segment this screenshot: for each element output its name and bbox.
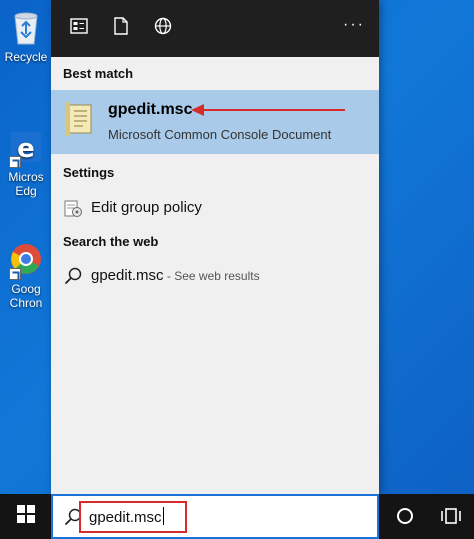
settings-item-edit-group-policy[interactable]: Edit group policy — [51, 190, 379, 226]
desktop-icon-edge[interactable]: e Micros Edg — [0, 130, 52, 198]
search-input[interactable]: gpedit.msc — [79, 501, 187, 533]
web-globe-icon — [154, 17, 172, 40]
apps-filter-button[interactable] — [65, 15, 93, 43]
cortana-circle-icon — [394, 508, 416, 531]
best-match-item[interactable]: gpedit.msc Microsoft Common Console Docu… — [51, 90, 379, 154]
best-match-header: Best match — [63, 66, 134, 81]
best-match-subtitle: Microsoft Common Console Document — [108, 127, 332, 142]
web-result-suffix: - See web results — [163, 269, 260, 283]
desktop-icon-label: Recycle — [4, 50, 48, 64]
start-button[interactable] — [0, 494, 51, 539]
cortana-button[interactable] — [394, 505, 416, 527]
web-result-item[interactable]: gpedit.msc - See web results — [51, 258, 379, 294]
search-icon — [63, 266, 83, 286]
best-match-title: gpedit.msc — [108, 101, 193, 118]
search-results-panel: ··· Best match gpedit.msc Microsoft Comm… — [51, 0, 379, 494]
task-view-icon — [440, 508, 462, 531]
taskbar: gpedit.msc — [0, 494, 474, 539]
more-options-button[interactable]: ··· — [343, 16, 365, 34]
documents-icon — [114, 17, 128, 40]
console-document-icon — [66, 102, 94, 136]
search-web-header: Search the web — [63, 234, 159, 249]
edge-icon: e — [9, 130, 43, 168]
desktop-icon-chrome[interactable]: Goog Chron — [0, 242, 52, 310]
web-filter-button[interactable] — [149, 15, 177, 43]
task-view-button[interactable] — [440, 505, 462, 527]
windows-logo-icon — [16, 505, 35, 528]
settings-header: Settings — [63, 165, 115, 180]
annotation-arrow-icon — [191, 104, 345, 116]
desktop-icon-label: Goog Chron — [9, 282, 43, 310]
desktop-icon-label: Micros Edg — [8, 170, 44, 198]
recycle-bin-icon — [9, 10, 43, 46]
search-input-value: gpedit.msc — [89, 509, 162, 526]
settings-item-label: Edit group policy — [91, 199, 202, 216]
group-policy-icon — [63, 198, 83, 218]
panel-top-bar: ··· — [51, 0, 379, 57]
taskbar-search-box[interactable]: gpedit.msc — [51, 494, 379, 539]
text-caret — [162, 507, 164, 525]
apps-icon — [70, 18, 88, 39]
documents-filter-button[interactable] — [107, 15, 135, 43]
web-result-query: gpedit.msc — [91, 267, 164, 284]
desktop-icon-recycle-bin[interactable]: Recycle — [0, 10, 52, 64]
web-result-label: gpedit.msc - See web results — [91, 267, 260, 284]
chrome-icon — [9, 242, 43, 280]
shortcut-arrow-icon — [9, 268, 21, 280]
shortcut-arrow-icon — [9, 156, 21, 168]
